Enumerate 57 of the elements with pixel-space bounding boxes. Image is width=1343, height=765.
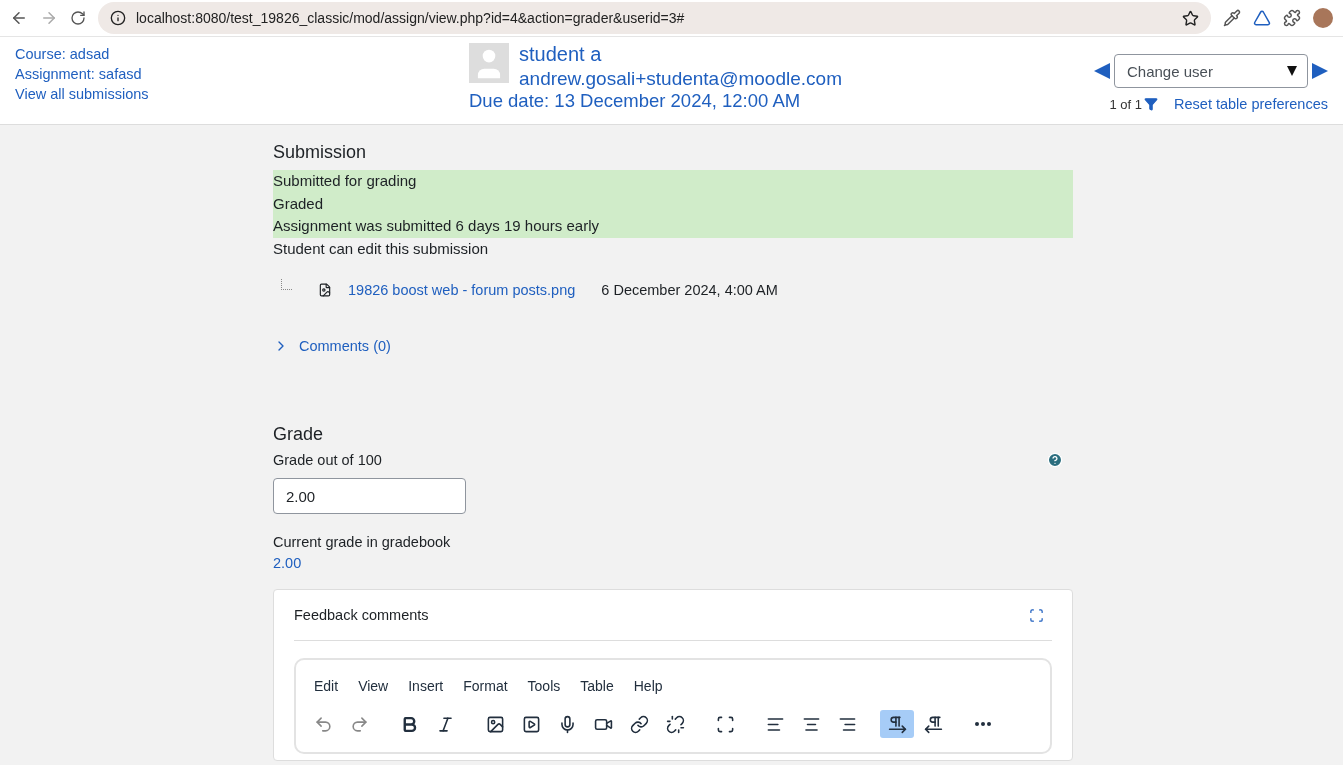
reset-preferences-link[interactable]: Reset table preferences — [1174, 96, 1328, 112]
menu-item[interactable]: Format — [455, 674, 516, 698]
ltr-icon — [887, 714, 907, 734]
feedback-title: Feedback comments — [294, 607, 429, 623]
due-date: Due date: 13 December 2024, 12:00 AM — [469, 90, 802, 112]
user-name[interactable]: student a — [519, 43, 1038, 66]
unlink-icon — [665, 714, 685, 734]
nav-link[interactable]: Assignment: safasd — [15, 66, 142, 82]
submission-status: Student can edit this submission — [273, 238, 490, 259]
current-grade-label: Current grade in gradebook — [273, 534, 452, 550]
change-user-select[interactable]: Change user — [1114, 54, 1308, 88]
file-link[interactable]: 19826 boost web - forum posts.png — [348, 282, 576, 298]
user-picture — [469, 43, 509, 83]
link-icon — [629, 714, 649, 734]
section-title: Submission — [273, 142, 368, 163]
file-date: 6 December 2024, 4:00 AM — [601, 282, 778, 298]
star-icon[interactable] — [1182, 9, 1199, 27]
menu-item[interactable]: Table — [572, 674, 622, 698]
pipette-icon[interactable] — [1223, 9, 1241, 27]
grade-label: Grade out of 100 — [273, 452, 382, 468]
menu-item[interactable]: Tools — [519, 674, 569, 698]
redo-icon — [349, 714, 369, 734]
puzzle-icon[interactable] — [1283, 9, 1301, 27]
undo-icon — [313, 714, 333, 734]
url-text: localhost:8080/test_19826_classic/mod/assign/view.php?id=4&action=grader&userid=3# — [136, 10, 686, 26]
submission-status: Graded — [273, 192, 1073, 215]
nav-link[interactable]: View all submissions — [15, 86, 149, 102]
user-count: 1 of 1 — [1109, 96, 1143, 112]
current-grade-link[interactable]: 2.00 — [273, 555, 302, 571]
reload-icon[interactable] — [70, 10, 86, 26]
nav-link[interactable]: Course: adsad — [15, 46, 110, 62]
next-user-icon[interactable] — [1312, 63, 1328, 79]
section-title: Grade — [273, 424, 325, 445]
rtl-icon — [923, 714, 943, 734]
grade-input[interactable]: 2.00 — [273, 478, 466, 514]
fullscreen-icon — [715, 714, 735, 734]
image-icon — [485, 714, 505, 734]
menu-item[interactable]: Insert — [400, 674, 452, 698]
menu-item[interactable]: Edit — [306, 674, 347, 698]
menu-item[interactable]: View — [350, 674, 397, 698]
user-email[interactable]: andrew.gosali+studenta@moodle.com — [519, 68, 1038, 90]
ltr-button[interactable] — [880, 710, 914, 738]
info-icon[interactable] — [110, 10, 126, 26]
back-icon[interactable] — [10, 9, 28, 27]
filter-icon[interactable] — [1144, 97, 1159, 111]
file-icon — [318, 283, 332, 297]
media-icon — [521, 714, 541, 734]
expand-icon[interactable] — [1029, 607, 1044, 623]
help-icon[interactable] — [1047, 452, 1063, 468]
more-icon — [975, 722, 991, 726]
submission-status: Assignment was submitted 6 days 19 hours early — [273, 215, 1073, 238]
triangle-icon[interactable] — [1253, 9, 1271, 27]
profile-avatar[interactable] — [1313, 8, 1333, 28]
comments-toggle[interactable]: Comments (0) — [273, 338, 391, 354]
address-bar[interactable]: localhost:8080/test_19826_classic/mod/assign/view.php?id=4&action=grader&userid=3# — [98, 2, 1211, 34]
submission-status: Submitted for grading — [273, 170, 1073, 193]
menu-item[interactable]: Help — [625, 674, 671, 698]
